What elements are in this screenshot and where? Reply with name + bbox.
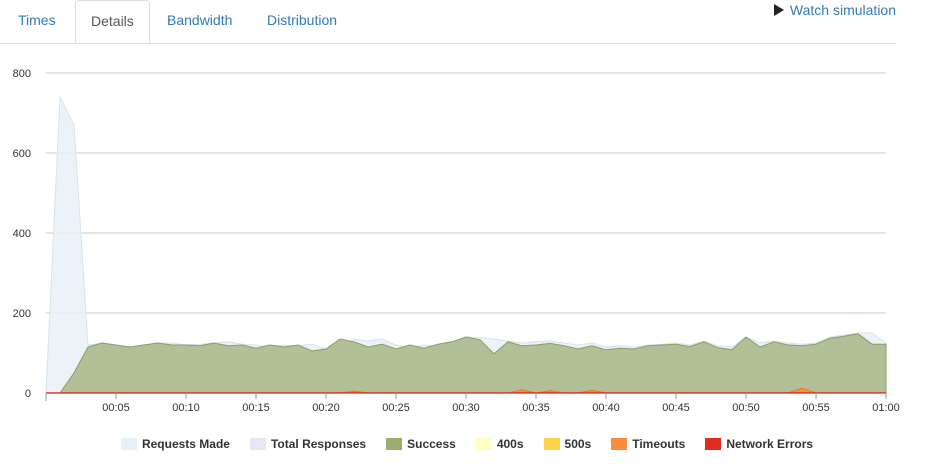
- x-tick-label: 00:50: [732, 402, 760, 414]
- legend-swatch: [475, 438, 492, 450]
- y-tick-label: 0: [25, 388, 31, 400]
- legend-item-requests-made[interactable]: Requests Made: [120, 437, 230, 451]
- legend-label: 500s: [564, 437, 592, 451]
- tab-distribution[interactable]: Distribution: [252, 0, 352, 42]
- details-chart: 0 200 400 600 800 00:05 00:10 00:15 00:20 00:25 00…: [13, 68, 900, 414]
- legend-swatch: [543, 438, 560, 450]
- y-tick-label: 200: [13, 308, 31, 320]
- x-tick-label: 00:55: [802, 402, 830, 414]
- x-tick-label: 00:20: [312, 402, 340, 414]
- chart-areas: [45, 95, 887, 394]
- x-tick-label: 00:15: [242, 402, 270, 414]
- legend-label: Timeouts: [632, 437, 686, 451]
- legend-item-timeouts[interactable]: Timeouts: [611, 437, 685, 451]
- legend-swatch: [386, 438, 403, 450]
- x-tick-label: 01:00: [872, 402, 900, 414]
- chart-legend: Requests Made Total Responses Success 400s 5…: [0, 437, 934, 451]
- legend-item-total-responses[interactable]: Total Responses: [249, 437, 367, 451]
- legend-item-success[interactable]: Success: [386, 437, 456, 451]
- legend-item-400s[interactable]: 400s: [475, 437, 524, 451]
- legend-item-network-errors[interactable]: Network Errors: [705, 437, 813, 451]
- legend-label: Requests Made: [141, 437, 230, 451]
- y-tick-label: 600: [13, 148, 31, 160]
- y-tick-label: 400: [13, 228, 31, 240]
- x-tick-label: 00:25: [382, 402, 410, 414]
- tab-bandwidth[interactable]: Bandwidth: [152, 0, 247, 42]
- chart-grid: [46, 72, 886, 314]
- watch-simulation-link[interactable]: Watch simulation: [773, 2, 896, 18]
- tab-times[interactable]: Times: [3, 0, 71, 42]
- legend-swatch: [120, 438, 137, 450]
- x-tick-label: 00:45: [662, 402, 690, 414]
- x-tick-label: 00:40: [592, 402, 620, 414]
- legend-label: Total Responses: [270, 437, 367, 451]
- x-tick-label: 00:10: [172, 402, 200, 414]
- legend-swatch: [611, 438, 628, 450]
- watch-simulation-label: Watch simulation: [789, 2, 896, 18]
- legend-label: Network Errors: [726, 437, 814, 451]
- x-tick-label: 00:30: [452, 402, 480, 414]
- play-icon: [773, 4, 784, 16]
- legend-item-500s[interactable]: 500s: [543, 437, 592, 451]
- y-tick-label: 800: [13, 68, 31, 80]
- x-tick-label: 00:35: [522, 402, 550, 414]
- legend-label: Success: [407, 437, 456, 451]
- tab-bar: Times Details Bandwidth Distribution: [0, 0, 896, 44]
- legend-label: 400s: [496, 437, 524, 451]
- legend-swatch: [249, 438, 266, 450]
- tab-details[interactable]: Details: [75, 0, 150, 43]
- legend-swatch: [705, 438, 722, 450]
- x-tick-label: 00:05: [102, 402, 130, 414]
